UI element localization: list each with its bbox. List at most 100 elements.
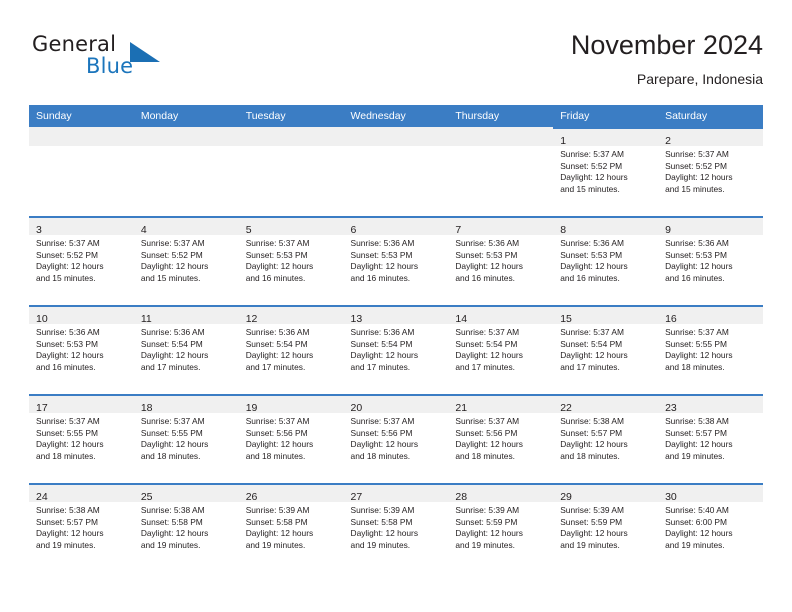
- weekday-header-thursday: Thursday: [448, 105, 554, 127]
- calendar-week-row: 3 Sunrise: 5:37 AM Sunset: 5:52 PM Daylight…: [29, 216, 763, 305]
- calendar-day-cell[interactable]: 8 Sunrise: 5:36 AM Sunset: 5:53 PM Daylight…: [553, 216, 659, 305]
- day-number: 15: [560, 313, 572, 325]
- daylight-text-line2: and 18 minutes.: [245, 450, 306, 461]
- sunrise-text: Sunrise: 5:38 AM: [140, 505, 205, 515]
- day-number-band: 22: [553, 396, 659, 414]
- daylight-text-line1: Daylight: 12 hours: [560, 528, 628, 539]
- daylight-text-line1: Daylight: 12 hours: [665, 528, 733, 539]
- day-number-band: 25: [133, 485, 239, 503]
- daylight-text-line1: Daylight: 12 hours: [245, 261, 314, 272]
- sunset-text: Sunset: 5:53 PM: [560, 249, 623, 260]
- sunset-text: Sunset: 5:57 PM: [560, 427, 623, 438]
- calendar-day-cell[interactable]: 26 Sunrise: 5:39 AM Sunset: 5:58 PM Dayligh…: [238, 483, 344, 572]
- calendar-day-cell[interactable]: 6 Sunrise: 5:36 AM Sunset: 5:53 PM Daylight…: [343, 216, 449, 305]
- calendar-day-cell[interactable]: 2 Sunrise: 5:37 AM Sunset: 5:52 PM Daylight…: [658, 127, 763, 216]
- sunset-text: Sunset: 5:53 PM: [455, 249, 518, 260]
- daylight-text-line1: Daylight: 12 hours: [560, 261, 628, 272]
- brand-logo[interactable]: General Blue: [29, 28, 249, 90]
- calendar-day-cell[interactable]: 4 Sunrise: 5:37 AM Sunset: 5:52 PM Daylight…: [133, 216, 239, 305]
- daylight-text-line2: and 15 minutes.: [665, 183, 725, 194]
- day-number-band: 18: [133, 396, 239, 414]
- sunrise-text: Sunrise: 5:36 AM: [560, 238, 624, 248]
- calendar-day-content: 5 Sunrise: 5:37 AM Sunset: 5:53 PM Daylight…: [238, 216, 344, 305]
- sunset-text: Sunset: 5:55 PM: [140, 427, 203, 438]
- day-details: Sunrise: 5:39 AM Sunset: 5:58 PM Daylight:…: [239, 502, 344, 551]
- day-number-band: 5: [238, 218, 344, 236]
- day-number-band: 10: [29, 307, 134, 325]
- calendar-day-cell[interactable]: 18 Sunrise: 5:37 AM Sunset: 5:55 PM Dayligh…: [133, 394, 239, 483]
- calendar-day-content: 14 Sunrise: 5:37 AM Sunset: 5:54 PM Dayligh…: [448, 305, 554, 394]
- sunrise-text: Sunrise: 5:39 AM: [350, 505, 415, 515]
- day-number: 18: [140, 402, 153, 414]
- day-details: Sunrise: 5:37 AM Sunset: 5:52 PM Daylight:…: [29, 235, 134, 284]
- day-details: Sunrise: 5:37 AM Sunset: 5:55 PM Daylight:…: [134, 413, 239, 462]
- calendar-day-cell[interactable]: 11 Sunrise: 5:36 AM Sunset: 5:54 PM Dayligh…: [133, 305, 239, 394]
- calendar-day-cell[interactable]: 12 Sunrise: 5:36 AM Sunset: 5:54 PM Dayligh…: [238, 305, 344, 394]
- calendar-day-empty: [343, 127, 449, 216]
- calendar-day-cell[interactable]: 16 Sunrise: 5:37 AM Sunset: 5:55 PM Dayligh…: [658, 305, 763, 394]
- calendar-day-content: 11 Sunrise: 5:36 AM Sunset: 5:54 PM Dayligh…: [133, 305, 239, 394]
- calendar-day-cell[interactable]: 30 Sunrise: 5:40 AM Sunset: 6:00 PM Dayligh…: [658, 483, 763, 572]
- day-number: 23: [665, 402, 677, 414]
- daylight-text-line2: and 15 minutes.: [560, 183, 620, 194]
- calendar-day-cell[interactable]: 27 Sunrise: 5:39 AM Sunset: 5:58 PM Dayligh…: [343, 483, 449, 572]
- sunset-text: Sunset: 5:53 PM: [350, 249, 413, 260]
- brand-name-general: General: [32, 32, 117, 56]
- day-number: 6: [350, 224, 357, 236]
- daylight-text-line2: and 16 minutes.: [245, 272, 306, 283]
- calendar-day-cell[interactable]: 5 Sunrise: 5:37 AM Sunset: 5:53 PM Daylight…: [238, 216, 344, 305]
- page-title: November 2024: [570, 30, 763, 60]
- calendar-day-cell[interactable]: 15 Sunrise: 5:37 AM Sunset: 5:54 PM Dayligh…: [553, 305, 659, 394]
- calendar-day-cell[interactable]: 3 Sunrise: 5:37 AM Sunset: 5:52 PM Daylight…: [29, 216, 134, 305]
- day-number-band: [448, 127, 554, 146]
- calendar-day-content: 2 Sunrise: 5:37 AM Sunset: 5:52 PM Daylight…: [658, 127, 763, 216]
- calendar-day-cell[interactable]: 10 Sunrise: 5:36 AM Sunset: 5:53 PM Dayligh…: [29, 305, 134, 394]
- calendar-day-cell: [29, 127, 134, 216]
- calendar-day-cell[interactable]: 25 Sunrise: 5:38 AM Sunset: 5:58 PM Dayligh…: [133, 483, 239, 572]
- sunset-text: Sunset: 5:53 PM: [245, 249, 308, 260]
- day-number-band: 14: [448, 307, 554, 325]
- sunrise-text: Sunrise: 5:36 AM: [455, 238, 520, 248]
- day-details: Sunrise: 5:38 AM Sunset: 5:57 PM Daylight:…: [658, 413, 763, 462]
- calendar-day-content: 17 Sunrise: 5:37 AM Sunset: 5:55 PM Dayligh…: [29, 394, 134, 483]
- calendar-day-cell[interactable]: 9 Sunrise: 5:36 AM Sunset: 5:53 PM Daylight…: [658, 216, 763, 305]
- day-details: Sunrise: 5:39 AM Sunset: 5:59 PM Daylight:…: [448, 502, 553, 551]
- day-details: Sunrise: 5:36 AM Sunset: 5:53 PM Daylight:…: [344, 235, 449, 284]
- calendar-day-cell[interactable]: 29 Sunrise: 5:39 AM Sunset: 5:59 PM Dayligh…: [553, 483, 659, 572]
- calendar-day-cell[interactable]: 7 Sunrise: 5:36 AM Sunset: 5:53 PM Daylight…: [448, 216, 554, 305]
- sunset-text: Sunset: 6:00 PM: [665, 516, 727, 527]
- calendar-day-cell[interactable]: 28 Sunrise: 5:39 AM Sunset: 5:59 PM Dayligh…: [448, 483, 554, 572]
- calendar-day-cell: [448, 127, 554, 216]
- day-number-band: 3: [29, 218, 134, 236]
- daylight-text-line1: Daylight: 12 hours: [665, 261, 733, 272]
- calendar-day-cell[interactable]: 22 Sunrise: 5:38 AM Sunset: 5:57 PM Dayligh…: [553, 394, 659, 483]
- calendar-day-cell[interactable]: 23 Sunrise: 5:38 AM Sunset: 5:57 PM Dayligh…: [658, 394, 763, 483]
- calendar-day-content: 10 Sunrise: 5:36 AM Sunset: 5:53 PM Dayligh…: [29, 305, 134, 394]
- daylight-text-line1: Daylight: 12 hours: [140, 439, 209, 450]
- calendar-day-cell: [238, 127, 344, 216]
- day-number-band: [133, 127, 239, 146]
- day-details: Sunrise: 5:37 AM Sunset: 5:54 PM Daylight:…: [553, 324, 658, 373]
- calendar-day-cell[interactable]: 1 Sunrise: 5:37 AM Sunset: 5:52 PM Daylight…: [553, 127, 659, 216]
- calendar-day-content: 13 Sunrise: 5:36 AM Sunset: 5:54 PM Dayligh…: [343, 305, 449, 394]
- daylight-text-line1: Daylight: 12 hours: [140, 528, 209, 539]
- calendar-day-empty: [29, 127, 134, 216]
- calendar-day-cell[interactable]: 14 Sunrise: 5:37 AM Sunset: 5:54 PM Dayligh…: [448, 305, 554, 394]
- day-number-band: 13: [343, 307, 449, 325]
- calendar-day-cell[interactable]: 19 Sunrise: 5:37 AM Sunset: 5:56 PM Dayligh…: [238, 394, 344, 483]
- sunrise-text: Sunrise: 5:40 AM: [665, 505, 729, 515]
- day-number-band: 19: [238, 396, 344, 414]
- sunrise-text: Sunrise: 5:37 AM: [245, 416, 310, 426]
- sunset-text: Sunset: 5:55 PM: [665, 338, 727, 349]
- calendar-week-row: 1 Sunrise: 5:37 AM Sunset: 5:52 PM Daylight…: [29, 127, 763, 216]
- day-number: 3: [36, 224, 42, 236]
- day-number-band: [238, 127, 344, 146]
- day-details: Sunrise: 5:38 AM Sunset: 5:57 PM Daylight:…: [29, 502, 134, 551]
- calendar-day-cell[interactable]: 24 Sunrise: 5:38 AM Sunset: 5:57 PM Dayligh…: [29, 483, 134, 572]
- sunrise-text: Sunrise: 5:37 AM: [350, 416, 415, 426]
- calendar-day-cell[interactable]: 17 Sunrise: 5:37 AM Sunset: 5:55 PM Dayligh…: [29, 394, 134, 483]
- calendar-day-cell[interactable]: 21 Sunrise: 5:37 AM Sunset: 5:56 PM Dayligh…: [448, 394, 554, 483]
- calendar-day-content: 21 Sunrise: 5:37 AM Sunset: 5:56 PM Dayligh…: [448, 394, 554, 483]
- calendar-day-cell[interactable]: 20 Sunrise: 5:37 AM Sunset: 5:56 PM Dayligh…: [343, 394, 449, 483]
- calendar-day-cell[interactable]: 13 Sunrise: 5:36 AM Sunset: 5:54 PM Dayligh…: [343, 305, 449, 394]
